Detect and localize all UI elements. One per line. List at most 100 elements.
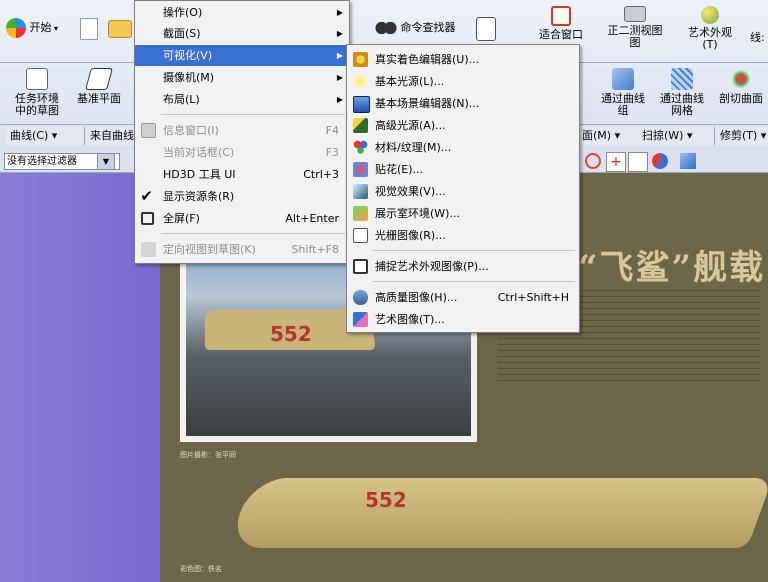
command-finder-button[interactable]: 命令查找器 — [375, 20, 465, 36]
menu-item-high-quality-image[interactable]: 高质量图像(H)... Ctrl+Shift+H — [347, 287, 579, 308]
sphere-snap-icon[interactable] — [652, 153, 668, 169]
folder-icon — [108, 20, 132, 38]
new-file-icon — [80, 18, 98, 40]
datum-plane-button[interactable]: 基准平面 — [70, 68, 128, 105]
menu-separator — [161, 114, 345, 115]
start-button[interactable]: 开始 ▾ — [6, 18, 58, 38]
menu-item-layout[interactable]: 布局(L) ▶ — [135, 89, 349, 110]
start-label: 开始 — [29, 21, 52, 34]
menu-item-camera[interactable]: 摄像机(M) ▶ — [135, 67, 349, 88]
menu-item-true-shading-editor[interactable]: 真实着色编辑器(U)... — [347, 49, 579, 70]
menu-item-showroom-environment[interactable]: 展示室环境(W)... — [347, 203, 579, 224]
menu-separator — [373, 281, 575, 282]
scene-editor-icon — [353, 96, 370, 113]
orient-view-icon — [141, 242, 156, 257]
section-surface-label: 剖切曲面 — [719, 92, 763, 105]
wire-button[interactable]: 线: — [750, 32, 765, 44]
menu-item-visual-effects[interactable]: 视觉效果(V)... — [347, 181, 579, 202]
menu-separator — [161, 233, 345, 234]
sweep-group[interactable]: 扫掠(W) ▾ — [638, 127, 715, 145]
line-snap-icon[interactable] — [628, 152, 648, 172]
profile-tail-number: 552 — [365, 488, 407, 512]
sketch-in-task-button[interactable]: 任务环境 中的草图 — [10, 68, 64, 117]
profile-caption: 彩色图：佚名 — [180, 565, 222, 573]
menu-item-art-image[interactable]: 艺术图像(T)... — [347, 309, 579, 330]
menu-item-show-resource-bar[interactable]: ✔ 显示资源条(R) — [135, 186, 349, 207]
trim-group[interactable]: 修剪(T) ▾ — [716, 127, 768, 145]
fit-window-button[interactable]: 适合窗口 — [525, 6, 597, 41]
checkmark-icon: ✔ — [140, 187, 153, 205]
menu-item-operation[interactable]: 操作(O) ▶ — [135, 2, 349, 23]
curve-group[interactable]: 曲线(C) ▾ — [6, 127, 85, 145]
visual-effects-icon — [353, 184, 368, 199]
advanced-light-icon — [353, 118, 368, 133]
menu-item-decal[interactable]: 贴花(E)... — [347, 159, 579, 180]
dimetric-icon — [624, 6, 646, 22]
start-icon — [6, 18, 26, 38]
full-screen-icon — [141, 212, 154, 225]
menu-item-raster-image[interactable]: 光栅图像(R)... — [347, 225, 579, 246]
decal-icon — [353, 162, 368, 177]
capture-icon — [353, 259, 368, 274]
selection-filter-value: 没有选择过滤器 — [7, 156, 77, 167]
wire-label: 线: — [750, 31, 765, 44]
photo-caption: 图片摄影：张平同 — [180, 451, 236, 459]
fit-window-icon — [551, 6, 571, 26]
curve-group-label: 曲线(C) ▾ — [10, 129, 58, 142]
crosshair-icon[interactable]: + — [606, 152, 626, 172]
menu-item-basic-lights[interactable]: 基本光源(L)... — [347, 71, 579, 92]
info-button[interactable] — [476, 17, 496, 44]
trim-group-label: 修剪(T) ▾ — [720, 129, 767, 142]
menu-item-visualization[interactable]: 可视化(V) ▶ — [135, 45, 349, 66]
true-shading-icon — [353, 52, 368, 67]
menu-item-current-dialog[interactable]: 当前对话框(C) F3 — [135, 142, 349, 163]
menu-item-section[interactable]: 截面(S) ▶ — [135, 23, 349, 44]
jet-side-profile — [227, 478, 768, 548]
light-bulb-icon — [353, 74, 368, 89]
poster-title: “飞鲨”舰载 — [578, 248, 766, 288]
chevron-down-icon[interactable]: ▼ — [97, 153, 115, 170]
sketch-label-2: 中的草图 — [15, 104, 59, 117]
surface-icon — [612, 68, 634, 90]
open-file-button[interactable] — [108, 20, 132, 41]
menu-item-full-screen[interactable]: 全屏(F) Alt+Enter — [135, 208, 349, 229]
through-curve-group-label-2: 组 — [617, 104, 629, 117]
mesh-icon — [671, 68, 693, 90]
section-surface-button[interactable]: 剖切曲面 — [714, 68, 768, 105]
command-finder-label: 命令查找器 — [400, 21, 456, 34]
menu-item-advanced-lights[interactable]: 高级光源(A)... — [347, 115, 579, 136]
sketch-icon — [26, 68, 48, 90]
from-curve-group-label: 来自曲线 — [90, 129, 134, 142]
raster-image-icon — [353, 228, 368, 243]
snap-point-icon[interactable] — [585, 153, 601, 169]
through-curve-mesh-button[interactable]: 通过曲线 网格 — [655, 68, 709, 117]
m-group-label: 面(M) ▾ — [582, 129, 621, 142]
cube-icon[interactable] — [680, 153, 696, 169]
menu-item-basic-scene-editor[interactable]: 基本场景编辑器(N)... — [347, 93, 579, 114]
art-appearance-button[interactable]: 艺术外观 (T) — [678, 6, 742, 51]
menu-item-materials-textures[interactable]: 材料/纹理(M)... — [347, 137, 579, 158]
info-icon — [476, 17, 496, 41]
menu-item-orient-view-to-sketch[interactable]: 定向视图到草图(K) Shift+F8 — [135, 239, 349, 260]
fit-window-label: 适合窗口 — [539, 28, 583, 41]
section-surface-icon — [730, 68, 752, 90]
menu-item-info-window[interactable]: 信息窗口(I) F4 — [135, 120, 349, 141]
menu-separator — [373, 250, 575, 251]
menu-item-hd3d-tools[interactable]: HD3D 工具 UI Ctrl+3 — [135, 164, 349, 185]
camera-icon — [353, 290, 368, 305]
view-menu: 操作(O) ▶ 截面(S) ▶ 可视化(V) ▶ 摄像机(M) ▶ 布局(L) ▶ 信息窗… — [134, 0, 350, 264]
through-curve-mesh-label-2: 网格 — [671, 104, 693, 117]
plane-icon — [85, 68, 113, 90]
sweep-group-label: 扫掠(W) ▾ — [642, 129, 693, 142]
showroom-icon — [353, 206, 368, 221]
menu-item-capture-art-image[interactable]: 捕捉艺术外观图像(P)... — [347, 256, 579, 277]
through-curve-group-button[interactable]: 通过曲线 组 — [596, 68, 650, 117]
info-window-icon — [141, 123, 156, 138]
new-file-button[interactable] — [80, 18, 98, 43]
m-group[interactable]: 面(M) ▾ — [578, 127, 639, 145]
materials-icon — [353, 140, 368, 155]
datum-plane-label: 基准平面 — [77, 92, 121, 105]
dimetric-view-button[interactable]: 正二测视图图 — [604, 6, 666, 49]
visualization-submenu: 真实着色编辑器(U)... 基本光源(L)... 基本场景编辑器(N)... 高… — [346, 44, 580, 333]
from-curve-group[interactable]: 来自曲线 — [86, 127, 141, 145]
